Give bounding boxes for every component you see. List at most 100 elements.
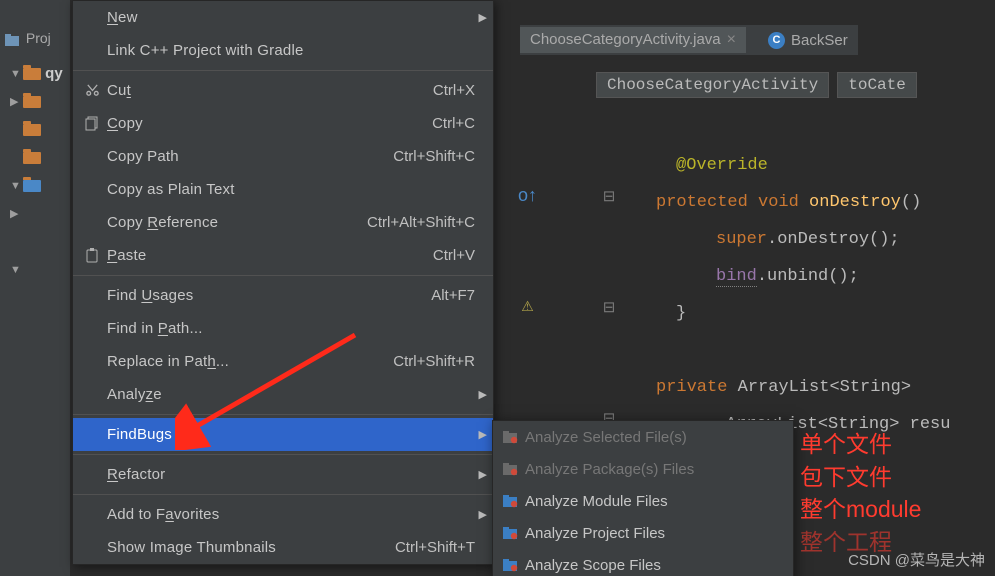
tree-row[interactable]: ▼: [10, 256, 63, 284]
gutter: o↑ ⚠: [518, 140, 537, 325]
menu-item[interactable]: New▶: [73, 1, 493, 34]
menu-item-label: Find Usages: [107, 287, 431, 304]
tree-row[interactable]: ▶: [10, 200, 63, 228]
code-editor[interactable]: @Override protected void onDestroy() sup…: [596, 110, 950, 443]
annotation-text: 整个module: [800, 490, 921, 524]
menu-item[interactable]: Add to Favorites ▶: [73, 498, 493, 531]
copy-icon: [81, 116, 103, 131]
annotation-text: 包下文件: [800, 458, 892, 492]
menu-item-label: Copy: [107, 115, 432, 132]
submenu-arrow-icon: ▶: [479, 428, 487, 441]
tree-row[interactable]: [10, 228, 63, 256]
tree-row[interactable]: [10, 144, 63, 172]
code-annotation: @Override: [676, 156, 768, 175]
breadcrumb: ChooseCategoryActivity toCate: [596, 72, 917, 98]
submenu-item-label: Analyze Selected File(s): [525, 429, 687, 446]
tab-label: BackSer: [791, 32, 848, 49]
scope-icon: [499, 558, 521, 572]
tree-row[interactable]: ▶: [10, 88, 63, 116]
submenu-item-label: Analyze Package(s) Files: [525, 461, 694, 478]
pkg-icon: [499, 462, 521, 476]
shortcut-label: Ctrl+Shift+C: [393, 148, 475, 165]
folder-icon: [23, 124, 41, 136]
menu-item[interactable]: Refactor ▶: [73, 458, 493, 491]
menu-item-label: Cut: [107, 82, 433, 99]
folder-icon: [23, 180, 41, 192]
submenu-item-label: Analyze Scope Files: [525, 557, 661, 574]
menu-item[interactable]: CutCtrl+X: [73, 74, 493, 107]
findbugs-submenu: Analyze Selected File(s) Analyze Package(…: [492, 420, 794, 576]
submenu-item-label: Analyze Project Files: [525, 525, 665, 542]
submenu-item: Analyze Selected File(s): [493, 421, 793, 453]
tab-label: ChooseCategoryActivity.java: [530, 31, 721, 48]
submenu-item[interactable]: Analyze Scope Files: [493, 549, 793, 576]
menu-item[interactable]: Link C++ Project with Gradle: [73, 34, 493, 67]
menu-item[interactable]: Copy PathCtrl+Shift+C: [73, 140, 493, 173]
module-icon: [499, 494, 521, 508]
menu-item[interactable]: FindBugs ▶: [73, 418, 493, 451]
editor-tabs: ChooseCategoryActivity.java × C BackSer: [520, 25, 858, 55]
project-icon: [499, 526, 521, 540]
file-icon: [499, 430, 521, 444]
tree-root-label: qy: [45, 60, 63, 88]
paste-icon: [81, 248, 103, 263]
cut-icon: [81, 83, 103, 98]
menu-item-label: Replace in Path...: [107, 353, 393, 370]
menu-item[interactable]: Copy as Plain Text: [73, 173, 493, 206]
menu-item-label: Link C++ Project with Gradle: [107, 42, 475, 59]
menu-item-label: FindBugs: [107, 426, 475, 443]
breadcrumb-item[interactable]: ChooseCategoryActivity: [596, 72, 829, 98]
submenu-arrow-icon: ▶: [479, 508, 487, 521]
menu-item-label: Show Image Thumbnails: [107, 539, 395, 556]
shortcut-label: Ctrl+X: [433, 82, 475, 99]
class-icon: C: [768, 32, 785, 49]
context-menu: New▶Link C++ Project with GradleCutCtrl+…: [72, 0, 494, 565]
project-tab-label: Proj: [26, 30, 51, 46]
folder-icon: [23, 152, 41, 164]
menu-item-label: Copy Path: [107, 148, 393, 165]
menu-item[interactable]: Copy ReferenceCtrl+Alt+Shift+C: [73, 206, 493, 239]
menu-item-label: Analyze: [107, 386, 475, 403]
menu-item-label: Copy Reference: [107, 214, 367, 231]
project-tree[interactable]: ▼ qy ▶ ▼ ▶ ▼: [10, 60, 63, 284]
menu-item[interactable]: Replace in Path...Ctrl+Shift+R: [73, 345, 493, 378]
menu-item-label: Find in Path...: [107, 320, 475, 337]
breadcrumb-item[interactable]: toCate: [837, 72, 917, 98]
shortcut-label: Ctrl+Shift+R: [393, 353, 475, 370]
warning-icon[interactable]: ⚠: [518, 288, 537, 325]
folder-icon: [23, 96, 41, 108]
menu-item[interactable]: Find in Path...: [73, 312, 493, 345]
submenu-arrow-icon: ▶: [479, 468, 487, 481]
editor-tab[interactable]: ChooseCategoryActivity.java ×: [520, 27, 746, 53]
tree-row[interactable]: ▼: [10, 172, 63, 200]
menu-item[interactable]: Analyze ▶: [73, 378, 493, 411]
project-tab[interactable]: Proj: [5, 30, 51, 46]
menu-item-label: Refactor: [107, 466, 475, 483]
close-icon[interactable]: ×: [727, 31, 736, 48]
menu-item[interactable]: Find UsagesAlt+F7: [73, 279, 493, 312]
shortcut-label: Ctrl+C: [432, 115, 475, 132]
menu-item-label: Add to Favorites: [107, 506, 475, 523]
annotation-text: 单个文件: [800, 425, 892, 459]
override-icon[interactable]: o↑: [518, 177, 537, 214]
menu-item-label: Copy as Plain Text: [107, 181, 475, 198]
menu-item[interactable]: PasteCtrl+V: [73, 239, 493, 272]
submenu-item[interactable]: Analyze Module Files: [493, 485, 793, 517]
watermark: CSDN @菜鸟是大神: [848, 549, 985, 570]
project-pane: Proj ▼ qy ▶ ▼ ▶ ▼: [0, 0, 70, 576]
submenu-item-label: Analyze Module Files: [525, 493, 668, 510]
tree-row[interactable]: [10, 116, 63, 144]
tree-root-row[interactable]: ▼ qy: [10, 60, 63, 88]
shortcut-label: Ctrl+Alt+Shift+C: [367, 214, 475, 231]
shortcut-label: Ctrl+Shift+T: [395, 539, 475, 556]
menu-item[interactable]: CopyCtrl+C: [73, 107, 493, 140]
menu-item[interactable]: Show Image ThumbnailsCtrl+Shift+T: [73, 531, 493, 564]
submenu-item[interactable]: Analyze Project Files: [493, 517, 793, 549]
submenu-arrow-icon: ▶: [479, 388, 487, 401]
submenu-item: Analyze Package(s) Files: [493, 453, 793, 485]
menu-item-label: Paste: [107, 247, 433, 264]
menu-item-label: New: [107, 9, 475, 26]
shortcut-label: Ctrl+V: [433, 247, 475, 264]
editor-tab[interactable]: C BackSer: [758, 28, 858, 53]
shortcut-label: Alt+F7: [431, 287, 475, 304]
